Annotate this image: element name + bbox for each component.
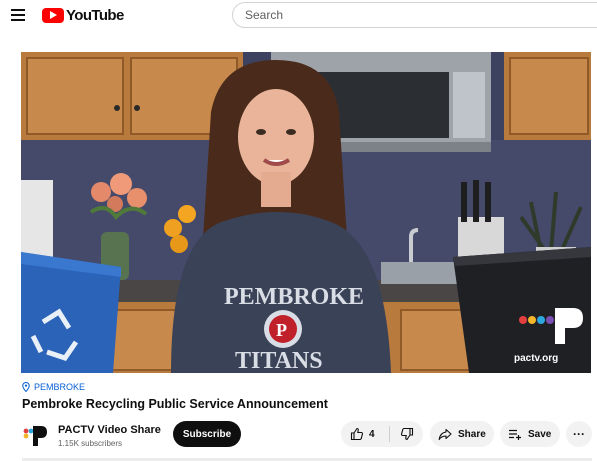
save-label: Save xyxy=(528,428,552,440)
shirt-emblem: P xyxy=(276,320,287,340)
shirt-text-top: PEMBROKE xyxy=(224,284,364,310)
share-button[interactable]: Share xyxy=(430,421,494,447)
video-title: Pembroke Recycling Public Service Announ… xyxy=(22,397,328,411)
channel-name[interactable]: PACTV Video Share xyxy=(58,424,161,436)
video-player[interactable]: PEMBROKE P TITANS pactv.org xyxy=(21,52,591,373)
share-label: Share xyxy=(458,428,486,440)
share-icon xyxy=(438,428,452,441)
play-logo-icon xyxy=(42,7,64,23)
top-bar: YouTube xyxy=(0,0,597,30)
hamburger-menu-icon[interactable] xyxy=(8,6,28,24)
location-label: PEMBROKE xyxy=(34,382,86,392)
pactv-watermark: pactv.org xyxy=(514,353,558,364)
location-pin-icon xyxy=(22,382,30,392)
thumbs-down-icon xyxy=(400,427,413,441)
search-input[interactable] xyxy=(232,2,597,28)
dislike-button[interactable] xyxy=(390,421,423,447)
logo-text: YouTube xyxy=(66,6,124,24)
youtube-logo[interactable]: YouTube xyxy=(42,5,124,25)
more-actions-button[interactable]: ··· xyxy=(566,421,592,447)
shirt-text-bottom: TITANS xyxy=(235,348,323,373)
like-dislike-group: 4 xyxy=(341,421,423,447)
channel-avatar[interactable] xyxy=(22,422,48,448)
subscriber-count: 1.15K subscribers xyxy=(58,439,123,448)
add-to-playlist-icon xyxy=(509,429,521,440)
video-frame: PEMBROKE P TITANS pactv.org xyxy=(21,52,591,373)
subscribe-button[interactable]: Subscribe xyxy=(173,421,241,447)
thumbs-up-icon xyxy=(350,427,364,441)
like-button[interactable]: 4 xyxy=(341,421,389,447)
like-count: 4 xyxy=(369,428,375,440)
location-link[interactable]: PEMBROKE xyxy=(22,382,85,392)
more-options-icon: ··· xyxy=(573,427,585,441)
save-button[interactable]: Save xyxy=(500,421,560,447)
